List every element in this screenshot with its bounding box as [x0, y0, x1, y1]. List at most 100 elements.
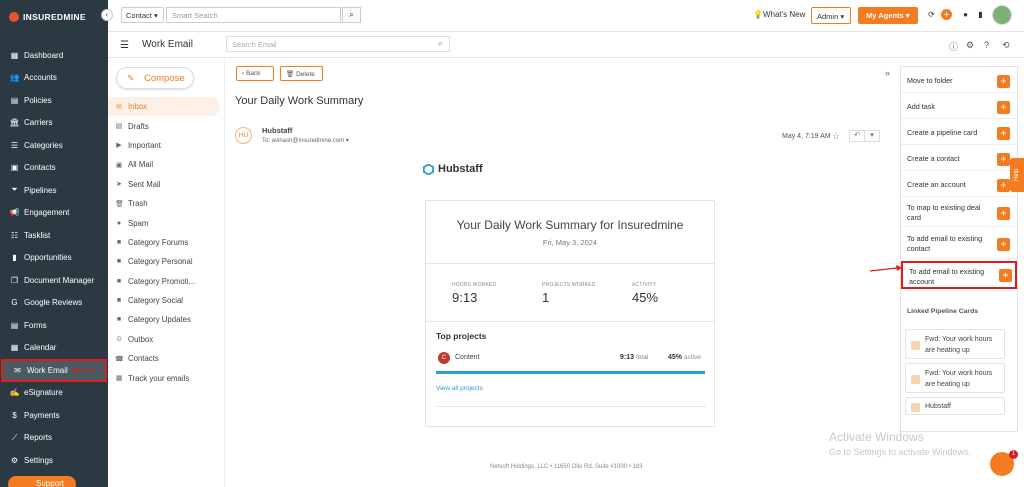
search-icon[interactable]: ⌕	[342, 7, 361, 23]
hubstaff-logo-text: Hubstaff	[438, 163, 483, 175]
folder-sent-mail[interactable]: ➤ Sent Mail	[108, 175, 220, 194]
project-name: Content	[455, 354, 480, 361]
whats-new-link[interactable]: 💡What's New	[753, 10, 805, 19]
plus-icon[interactable]: +	[999, 268, 1012, 282]
contacts-icon: ☎	[115, 355, 124, 363]
gear-icon[interactable]: ⚙	[966, 40, 974, 51]
sidebar-item-contacts[interactable]: ▣ Contacts	[0, 157, 108, 180]
sidebar-item-calendar[interactable]: ▦ Calendar	[0, 337, 108, 360]
linked-card-label: Hubstaff	[925, 403, 951, 410]
compose-button[interactable]: ✎ Compose	[116, 67, 194, 89]
folder-inbox[interactable]: ✉ Inbox	[108, 97, 220, 117]
star-icon[interactable]: ☆	[832, 131, 840, 142]
folder-track-your-emails[interactable]: ▦ Track your emails	[108, 368, 220, 387]
folder-category-forums[interactable]: ■ Category Forums	[108, 233, 220, 252]
sidebar-item-categories[interactable]: ☰ Categories	[0, 134, 108, 157]
folder-trash[interactable]: 🗑 Trash	[108, 194, 220, 213]
clipboard-icon[interactable]: ▮	[975, 9, 986, 20]
linked-card-label: Fwd: Your work hours are heating up	[925, 336, 993, 354]
quick-add-plus-icon[interactable]: +	[941, 9, 952, 20]
linked-pipeline-card[interactable]: Hubstaff	[905, 397, 1005, 415]
sidebar-item-engagement[interactable]: 📢 Engagement	[0, 202, 108, 225]
search-scope-select[interactable]: Contact ▾	[121, 7, 164, 23]
more-options-chevron-icon[interactable]: ▾	[865, 131, 879, 141]
mail-icon: ✉	[14, 365, 21, 375]
smart-search-input[interactable]: Smart Search	[166, 7, 341, 23]
form-icon: ▤	[10, 320, 19, 330]
sidebar-item-label: Tasklist	[24, 230, 51, 240]
plus-icon[interactable]: +	[997, 178, 1010, 192]
folder-label: Category Promoti...	[128, 276, 196, 286]
brand-logo[interactable]: INSUREDMINE	[0, 0, 108, 34]
refresh-icon[interactable]: ⟳	[926, 9, 937, 20]
sidebar-item-policies[interactable]: ▤ Policies	[0, 89, 108, 112]
grid-icon: ▦	[10, 50, 19, 60]
sidebar-item-payments[interactable]: $ Payments	[0, 404, 108, 427]
delete-button[interactable]: 🗑 Delete	[280, 66, 323, 81]
tags-icon: ☰	[10, 140, 19, 150]
help-tab[interactable]: Help	[1010, 158, 1024, 192]
mail-folders: ✎ Compose ✉ Inbox ▤ Drafts ▶ Important ▣ All Ma…	[108, 58, 225, 487]
plus-icon[interactable]: +	[997, 126, 1010, 140]
refresh-icon[interactable]: ⟲	[1002, 40, 1010, 51]
collapse-sidebar-chevron-icon[interactable]: ‹	[101, 9, 113, 21]
my-agents-button[interactable]: My Agents ▾	[858, 7, 918, 24]
recipient-line[interactable]: To: avinash@insuredmine.com ▾	[262, 137, 349, 144]
folder-label: Contacts	[128, 354, 159, 364]
search-icon[interactable]: ⌕	[438, 39, 442, 49]
folder-contacts[interactable]: ☎ Contacts	[108, 349, 220, 368]
sidebar-item-tasklist[interactable]: ☷ Tasklist	[0, 224, 108, 247]
sent-icon: ➤	[116, 181, 122, 189]
email-header: ☰ Work Email Search Email ⌕ ⓘ ⚙ ? ⟲	[108, 32, 1024, 58]
support-button[interactable]: Support	[8, 476, 76, 487]
back-button[interactable]: ‹ Back	[236, 66, 274, 81]
collapse-panel-chevrons-icon[interactable]: »	[885, 68, 890, 78]
sidebar-item-dashboard[interactable]: ▦ Dashboard	[0, 44, 108, 67]
sidebar-item-accounts[interactable]: 👥 Accounts	[0, 67, 108, 90]
plus-icon[interactable]: +	[997, 100, 1010, 114]
annotation-arrow-right-icon	[870, 265, 902, 272]
folder-outbox[interactable]: ⊙ Outbox	[108, 330, 220, 349]
role-select[interactable]: Admin ▾	[811, 7, 851, 24]
plus-icon[interactable]: +	[997, 152, 1010, 166]
sidebar-item-pipelines[interactable]: ⏷ Pipelines	[0, 179, 108, 202]
info-icon[interactable]: ⓘ	[949, 40, 958, 53]
folder-drafts[interactable]: ▤ Drafts	[108, 116, 220, 135]
plus-icon[interactable]: +	[997, 206, 1010, 220]
folder-important[interactable]: ▶ Important	[108, 136, 220, 155]
user-avatar[interactable]	[992, 5, 1012, 25]
sidebar-item-settings[interactable]: ⚙ Settings	[0, 449, 108, 472]
action-to-map-to-existing-deal-card: To map to existing deal card +	[901, 199, 1017, 227]
linked-pipeline-card[interactable]: Fwd: Your work hours are heating up	[905, 329, 1005, 359]
trash-icon: 🗑	[115, 200, 124, 208]
stat-label: PROJECTS WORKED	[542, 282, 596, 288]
list-icon: ☷	[10, 230, 19, 240]
folder-label: Inbox	[128, 102, 148, 112]
sidebar-item-google-reviews[interactable]: G Google Reviews	[0, 292, 108, 315]
folder-all-mail[interactable]: ▣ All Mail	[108, 155, 220, 174]
sidebar-item-esignature[interactable]: ✍ eSignature	[0, 382, 108, 405]
folder-label: Drafts	[128, 121, 149, 131]
folder-category-social[interactable]: ■ Category Social	[108, 291, 220, 310]
linked-pipeline-card[interactable]: Fwd: Your work hours are heating up	[905, 363, 1005, 393]
folder-category-promoti[interactable]: ■ Category Promoti...	[108, 272, 220, 291]
plus-icon[interactable]: +	[997, 237, 1010, 251]
folder-spam[interactable]: ● Spam	[108, 213, 220, 232]
bell-icon[interactable]: ●	[960, 9, 971, 20]
help-circle-icon[interactable]: ?	[984, 40, 989, 50]
folder-label: Track your emails	[128, 373, 190, 383]
sidebar-item-opportunities[interactable]: ▮ Opportunities	[0, 247, 108, 270]
sidebar-item-forms[interactable]: ▤ Forms	[0, 314, 108, 337]
sidebar-item-document-manager[interactable]: ❐ Document Manager	[0, 269, 108, 292]
folder-category-personal[interactable]: ■ Category Personal	[108, 252, 220, 271]
sidebar-item-reports[interactable]: ⟋ Reports	[0, 427, 108, 450]
folder-list: ✉ Inbox ▤ Drafts ▶ Important ▣ All Mail ➤ Sent Ma…	[108, 97, 220, 388]
view-all-projects-link[interactable]: View all projects	[436, 385, 483, 392]
chevron-down-icon: ▾	[153, 11, 158, 20]
folder-category-updates[interactable]: ■ Category Updates	[108, 310, 220, 329]
hamburger-menu-icon[interactable]: ☰	[120, 40, 129, 51]
plus-icon[interactable]: +	[997, 74, 1010, 88]
sidebar-item-carriers[interactable]: 🏛 Carriers	[0, 112, 108, 135]
reply-icon[interactable]: ↶	[850, 131, 865, 141]
email-search-input[interactable]: Search Email	[226, 36, 450, 52]
